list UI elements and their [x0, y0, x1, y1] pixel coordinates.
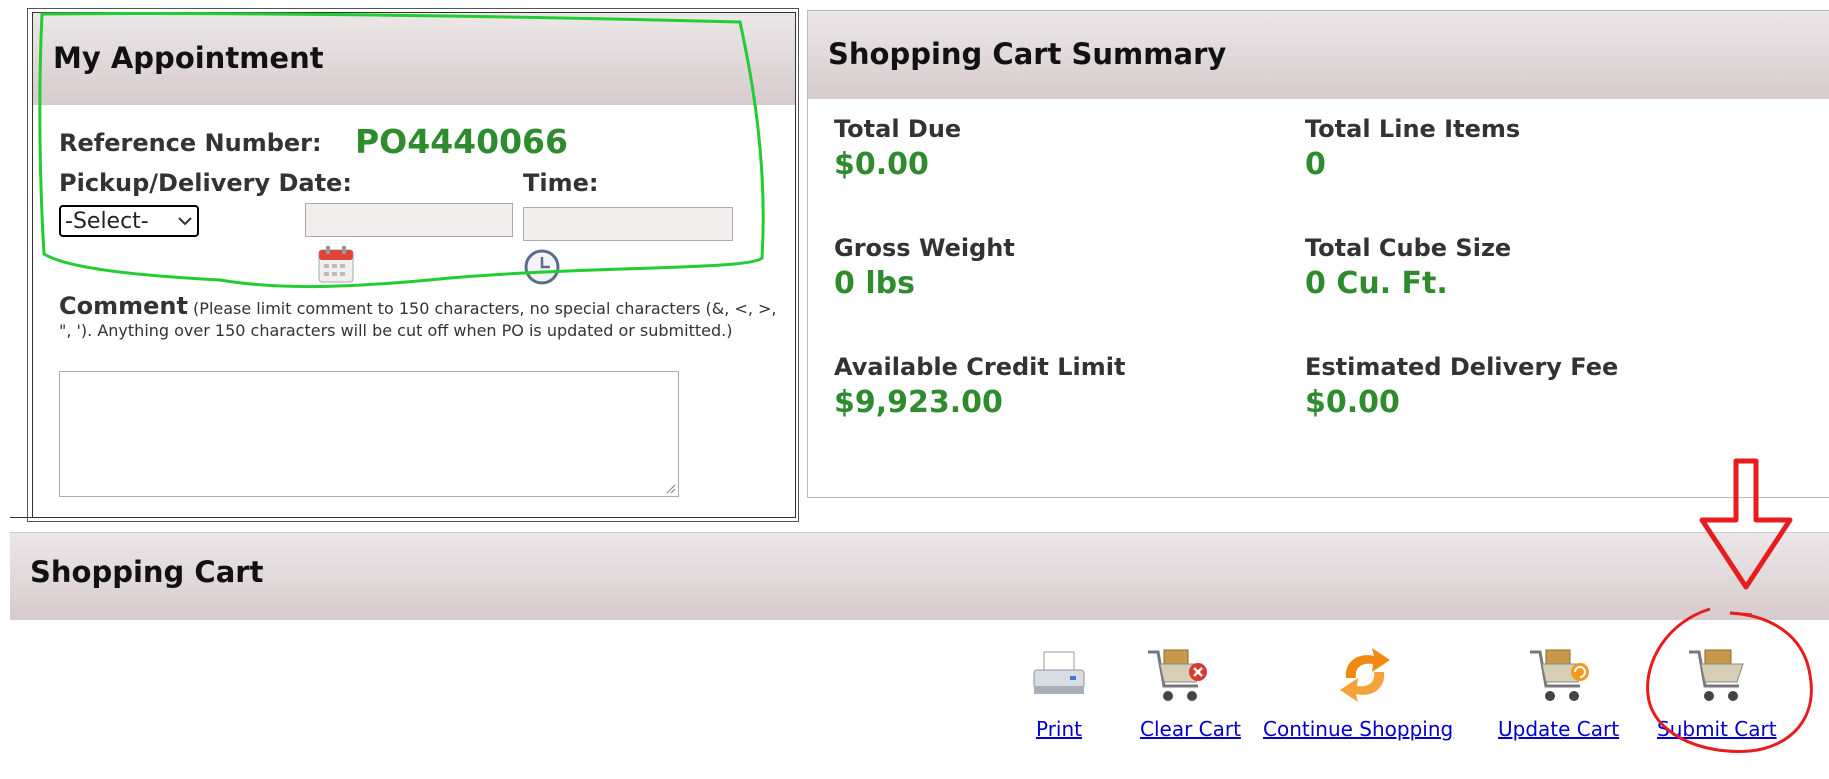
total-cube-size: Total Cube Size 0 Cu. Ft.	[1305, 234, 1511, 301]
resize-grip-icon[interactable]	[664, 482, 676, 494]
gross-weight: Gross Weight 0 lbs	[834, 234, 1015, 301]
total-due: Total Due $0.00	[834, 115, 961, 182]
credit-limit-value: $9,923.00	[834, 385, 1003, 420]
reference-number-label: Reference Number:	[59, 129, 322, 157]
continue-shopping-icon[interactable]	[1332, 644, 1398, 706]
reference-number-value: PO4440066	[355, 122, 568, 161]
cart-summary-panel: Shopping Cart Summary Total Due $0.00 To…	[807, 10, 1829, 498]
chevron-down-icon	[178, 217, 192, 226]
printer-icon[interactable]	[1030, 650, 1088, 700]
cart-update-icon[interactable]	[1528, 646, 1594, 706]
total-line-items: Total Line Items 0	[1305, 115, 1520, 182]
delivery-fee-label: Estimated Delivery Fee	[1305, 353, 1619, 381]
total-line-items-value: 0	[1305, 147, 1326, 182]
gross-weight-label: Gross Weight	[834, 234, 1015, 262]
date-input[interactable]	[305, 203, 513, 237]
total-due-value: $0.00	[834, 147, 929, 182]
estimated-delivery-fee: Estimated Delivery Fee $0.00	[1305, 353, 1618, 420]
divider	[10, 517, 32, 518]
print-link[interactable]: Print	[1036, 717, 1082, 741]
continue-shopping-link[interactable]: Continue Shopping	[1263, 717, 1453, 741]
pickup-delivery-date-label: Pickup/Delivery Date:	[59, 169, 352, 197]
comment-textarea[interactable]	[59, 371, 679, 497]
clock-icon[interactable]	[522, 247, 562, 287]
available-credit-limit: Available Credit Limit $9,923.00	[834, 353, 1125, 420]
time-input[interactable]	[523, 207, 733, 241]
submit-cart-link[interactable]: Submit Cart	[1657, 717, 1777, 741]
total-cube-size-label: Total Cube Size	[1305, 234, 1512, 262]
appointment-title: My Appointment	[33, 13, 795, 105]
comment-label-block: Comment (Please limit comment to 150 cha…	[59, 292, 779, 342]
clear-cart-link[interactable]: Clear Cart	[1140, 717, 1241, 741]
summary-title: Shopping Cart Summary	[808, 11, 1829, 99]
cart-submit-icon[interactable]	[1687, 646, 1753, 706]
total-due-label: Total Due	[834, 115, 962, 143]
calendar-icon[interactable]	[316, 245, 356, 285]
credit-limit-label: Available Credit Limit	[834, 353, 1126, 381]
gross-weight-value: 0 lbs	[834, 266, 915, 301]
time-label: Time:	[523, 169, 599, 197]
date-select[interactable]: -Select-	[59, 205, 199, 237]
appointment-panel: My Appointment Reference Number: PO44400…	[32, 12, 796, 518]
total-cube-size-value: 0 Cu. Ft.	[1305, 266, 1448, 301]
delivery-fee-value: $0.00	[1305, 385, 1400, 420]
cart-clear-icon[interactable]	[1146, 646, 1212, 706]
shopping-cart-title: Shopping Cart	[10, 532, 1829, 620]
update-cart-link[interactable]: Update Cart	[1498, 717, 1619, 741]
date-select-value: -Select-	[65, 208, 149, 234]
comment-label: Comment	[59, 292, 188, 320]
total-line-items-label: Total Line Items	[1305, 115, 1521, 143]
